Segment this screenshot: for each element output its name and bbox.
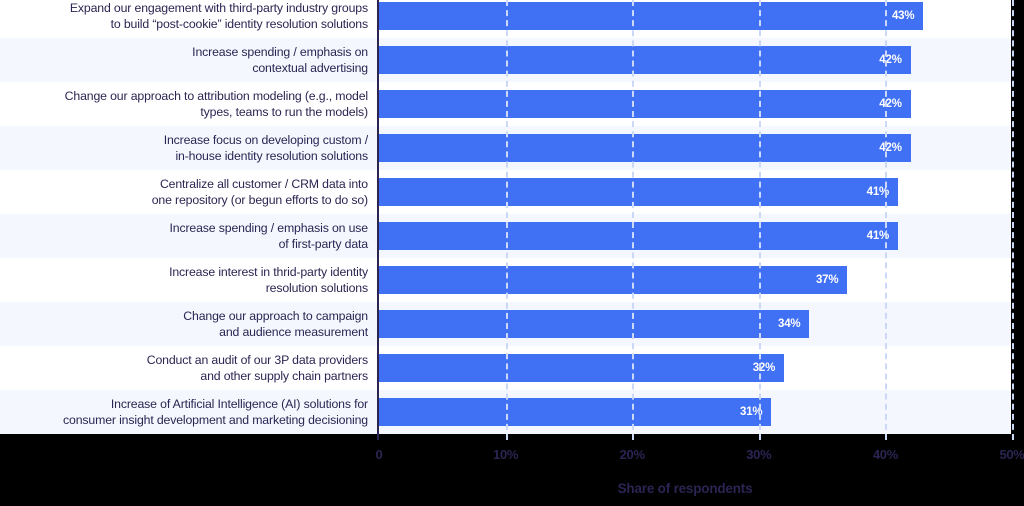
- bar-value-label: 31%: [740, 406, 763, 418]
- bar: 37%: [379, 266, 848, 294]
- gridline: [885, 0, 888, 440]
- category-label: Increase focus on developing custom / in…: [163, 133, 368, 163]
- category-label: Increase spending / emphasis on contextu…: [192, 45, 368, 75]
- bar: 41%: [379, 178, 899, 206]
- category-label: Increase of Artificial Intelligence (AI)…: [63, 397, 368, 427]
- category-label: Centralize all customer / CRM data into …: [151, 177, 368, 207]
- bar-value-label: 42%: [879, 142, 902, 154]
- category-label: Change our approach to campaign and audi…: [183, 309, 368, 339]
- y-axis-line: [377, 0, 379, 440]
- gridline: [632, 0, 635, 440]
- x-tick-label: 0: [375, 447, 383, 462]
- bar: 42%: [379, 46, 911, 74]
- bar: 34%: [379, 310, 810, 338]
- gridline: [1012, 0, 1014, 440]
- category-label: Increase spending / emphasis on use of f…: [169, 221, 369, 251]
- x-axis-title: Share of respondents: [617, 481, 753, 496]
- bar: 43%: [379, 2, 924, 30]
- category-label: Change our approach to attribution model…: [64, 89, 368, 119]
- bar-value-label: 41%: [866, 230, 890, 242]
- x-tick-label: 20%: [619, 447, 645, 462]
- bar-value-label: 41%: [866, 186, 890, 198]
- category-label: Expand our engagement with third-party i…: [69, 1, 368, 31]
- bar-value-label: 34%: [778, 318, 801, 330]
- bar-value-label: 43%: [891, 10, 915, 22]
- bar-value-label: 32%: [752, 362, 776, 374]
- bar: 31%: [379, 398, 772, 426]
- x-tick-label: 10%: [493, 447, 519, 462]
- bar-value-label: 37%: [815, 274, 839, 286]
- x-tick-label: 40%: [872, 447, 898, 462]
- bar-value-label: 42%: [879, 54, 902, 66]
- bar: 42%: [379, 90, 911, 118]
- category-label: Conduct an audit of our 3P data provider…: [146, 353, 368, 383]
- gridline: [505, 0, 508, 440]
- x-tick-label: 50%: [999, 447, 1024, 462]
- category-label: Increase interest in thrid-party identit…: [169, 265, 368, 295]
- bar: 41%: [379, 222, 899, 250]
- bar: 42%: [379, 134, 911, 162]
- bar-value-label: 42%: [879, 98, 902, 110]
- horizontal-bar-chart: Expand our engagement with third-party i…: [0, 0, 1024, 506]
- bar: 32%: [379, 354, 785, 382]
- x-tick-label: 30%: [746, 447, 772, 462]
- gridline: [758, 0, 761, 440]
